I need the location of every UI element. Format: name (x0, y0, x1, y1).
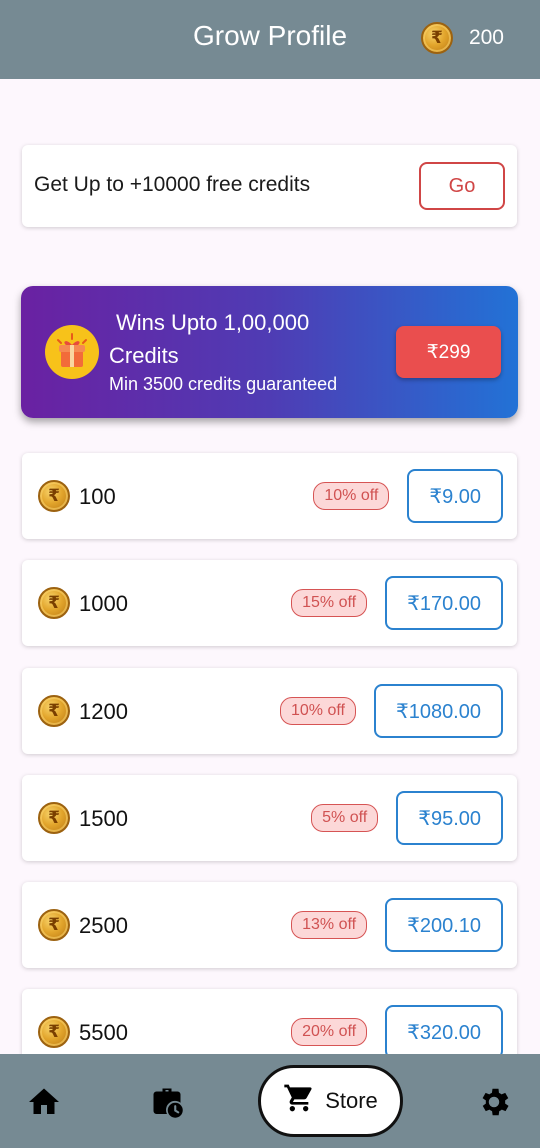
pack-amount: 2500 (79, 913, 128, 938)
price-button[interactable]: ₹95.00 (396, 791, 503, 845)
gift-icon (45, 325, 99, 379)
price-button[interactable]: ₹1080.00 (373, 684, 503, 738)
credit-pack-row: ₹ 2500 13% off ₹200.10 (22, 882, 517, 968)
balance-value: 200 (468, 26, 504, 49)
bottom-nav: Store (0, 1054, 540, 1148)
coin-icon: ₹ (38, 909, 70, 941)
discount-badge: 15% off (291, 589, 368, 617)
coin-icon: ₹ (38, 480, 70, 512)
nav-store-button[interactable]: Store (258, 1065, 403, 1137)
discount-badge: 10% off (280, 697, 356, 725)
coin-icon: ₹ (38, 1016, 70, 1048)
nav-store-label: Store (325, 1088, 378, 1113)
credit-pack-row: ₹ 1500 5% off ₹95.00 (22, 775, 517, 861)
coin-icon: ₹ (38, 695, 70, 727)
price-button[interactable]: ₹9.00 (407, 469, 503, 523)
credit-pack-row: ₹ 1000 15% off ₹170.00 (22, 560, 517, 646)
price-button[interactable]: ₹170.00 (385, 576, 503, 630)
app-bar: Grow Profile ₹ 200 (0, 0, 540, 79)
discount-badge: 10% off (313, 482, 390, 510)
discount-badge: 20% off (291, 1018, 368, 1046)
free-credits-text: Get Up to +10000 free credits (34, 173, 311, 196)
coin-icon: ₹ (38, 587, 70, 619)
promo-banner[interactable]: Wins Upto 1,00,000 Credits Min 3500 cred… (21, 286, 518, 418)
discount-badge: 5% off (311, 804, 379, 832)
promo-buy-button[interactable]: ₹299 (396, 326, 501, 378)
cart-icon (283, 1082, 315, 1120)
promo-title: Wins Upto 1,00,000 (116, 310, 310, 335)
pack-amount: 1200 (79, 699, 128, 724)
go-button[interactable]: Go (419, 162, 505, 210)
history-icon[interactable] (149, 1084, 185, 1120)
pack-amount: 1500 (79, 806, 128, 831)
pack-amount: 1000 (79, 591, 128, 616)
pack-amount: 5500 (79, 1020, 128, 1045)
page-title-text: Grow Profile (192, 20, 348, 51)
promo-subtitle: Min 3500 credits guaranteed (109, 374, 338, 394)
balance: ₹ 200 (420, 22, 504, 54)
home-icon[interactable] (26, 1084, 62, 1120)
price-button[interactable]: ₹200.10 (385, 898, 503, 952)
promo-title-line2: Credits (109, 343, 179, 368)
coin-icon: ₹ (420, 22, 453, 54)
free-credits-card: Get Up to +10000 free credits Go (22, 145, 517, 227)
pack-amount: 100 (79, 484, 116, 509)
gear-icon[interactable] (476, 1084, 512, 1120)
discount-badge: 13% off (291, 911, 368, 939)
credit-pack-row: ₹ 1200 10% off ₹1080.00 (22, 668, 517, 754)
coin-icon: ₹ (38, 802, 70, 834)
credit-pack-row: ₹ 100 10% off ₹9.00 (22, 453, 517, 539)
price-button[interactable]: ₹320.00 (385, 1005, 503, 1059)
